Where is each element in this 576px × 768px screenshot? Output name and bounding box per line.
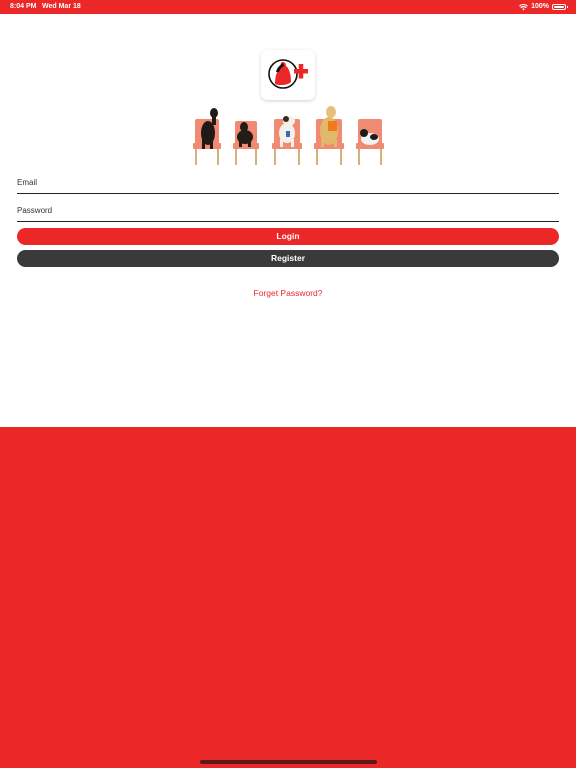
register-button[interactable]: Register: [17, 250, 559, 267]
battery-percent: 100%: [531, 3, 549, 10]
email-input[interactable]: [17, 172, 559, 193]
golden-retriever: [320, 106, 338, 147]
forgot-password-link[interactable]: Forget Password?: [0, 288, 576, 298]
status-indicators: 100%: [519, 0, 568, 14]
bottom-red-panel: [0, 427, 576, 768]
status-bar: 8:04 PM Wed Mar 18 100%: [0, 0, 576, 14]
password-field[interactable]: [17, 200, 559, 222]
home-indicator[interactable]: [200, 760, 377, 764]
wifi-icon: [519, 3, 529, 10]
pets-on-chairs-illustration: [193, 106, 384, 165]
password-input[interactable]: [17, 200, 559, 221]
battery-icon: [552, 4, 568, 10]
status-time: 8:04 PM: [10, 3, 37, 10]
pet-plus-logo-icon: [268, 59, 308, 89]
app-logo: [261, 50, 315, 100]
email-field[interactable]: [17, 172, 559, 194]
status-date: Wed Mar 18: [42, 3, 81, 10]
login-button[interactable]: Login: [17, 228, 559, 245]
